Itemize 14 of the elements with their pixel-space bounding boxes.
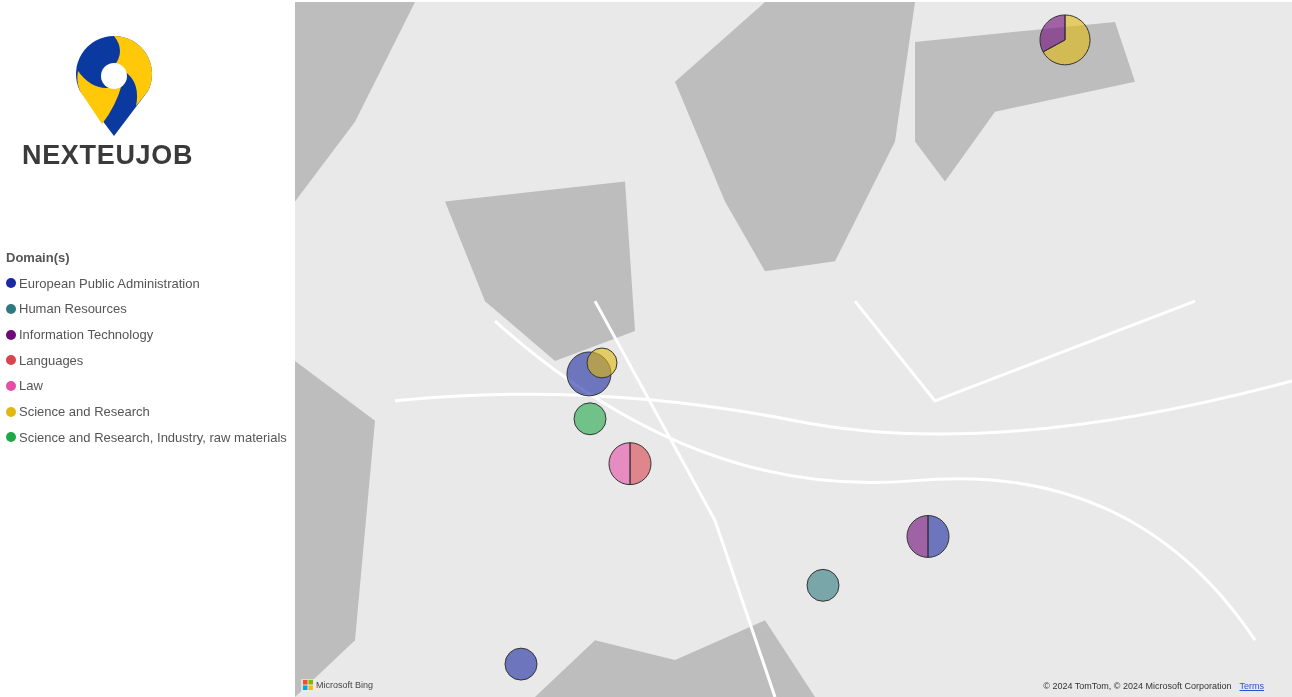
legend-label: Science and Research [19,403,150,422]
windows-logo-icon [303,680,313,691]
terms-link[interactable]: Terms [1239,679,1264,693]
legend-label: Law [19,377,43,396]
brand-name: NEXTEUJOB [22,142,194,169]
legend-label: Human Resources [19,300,127,319]
provider-label: Microsoft Bing [316,678,374,692]
legend-label: European Public Administration [19,274,200,293]
attribution-text: © 2024 TomTom, © 2024 Microsoft Corporation [1043,679,1232,693]
legend-label: Information Technology [19,325,154,344]
legend-label: Science and Research, Industry, raw materials [19,428,287,447]
legend-title: Domain(s) [6,249,71,267]
legend-label: Languages [19,351,84,370]
logo-icon [76,36,152,136]
